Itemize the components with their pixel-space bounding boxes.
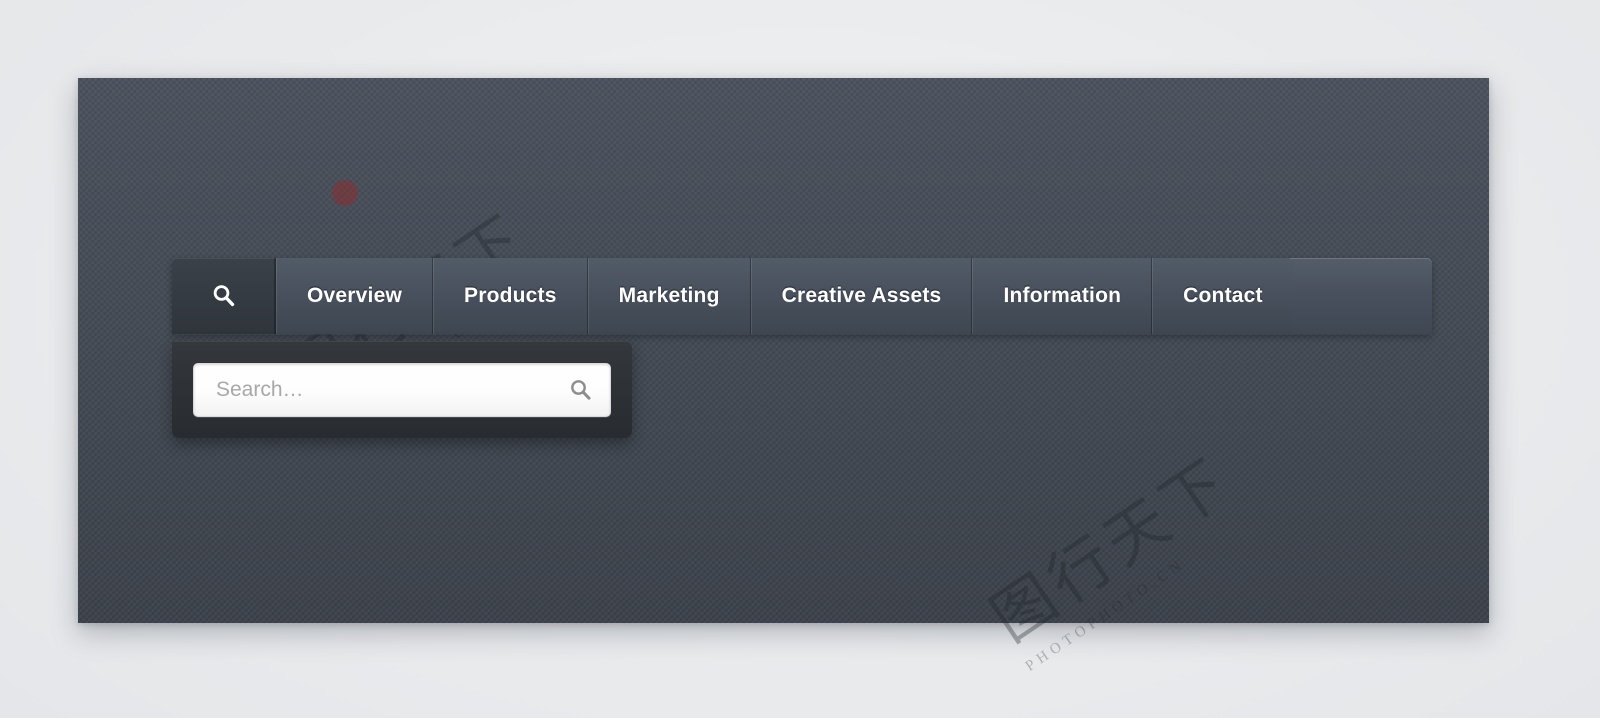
page-root: 图行天下 PHOTOPHOTO.CN 图行天下 PHOTOPHOTO.CN Ov…	[0, 0, 1600, 718]
content-panel: 图行天下 PHOTOPHOTO.CN 图行天下 PHOTOPHOTO.CN Ov…	[78, 78, 1489, 675]
nav-search-toggle[interactable]	[172, 258, 276, 334]
nav-item-label: Marketing	[618, 284, 720, 307]
nav-item-label: Creative Assets	[781, 284, 942, 307]
watermark-cjk-text: 图行天下	[980, 446, 1244, 655]
watermark-center: 图行天下 PHOTOPHOTO.CN	[970, 431, 1258, 675]
watermark-dot	[332, 180, 358, 206]
search-dropdown-panel	[172, 341, 632, 438]
nav-item-information[interactable]: Information	[972, 258, 1153, 334]
nav-item-creative-assets[interactable]: Creative Assets	[750, 258, 973, 334]
nav-item-label: Products	[464, 284, 557, 307]
nav-item-marketing[interactable]: Marketing	[587, 258, 751, 334]
nav-item-overview[interactable]: Overview	[276, 258, 433, 334]
nav-item-label: Contact	[1183, 284, 1263, 307]
watermark-latin-text: PHOTOPHOTO.CN	[1022, 555, 1189, 675]
nav-item-contact[interactable]: Contact	[1152, 258, 1293, 334]
nav-item-products[interactable]: Products	[433, 258, 588, 334]
search-icon[interactable]	[568, 377, 594, 403]
nav-item-label: Overview	[307, 284, 402, 307]
nav-item-label: Information	[1003, 284, 1122, 307]
search-field-wrapper	[193, 362, 611, 417]
search-input[interactable]	[194, 363, 610, 416]
main-navigation-bar: Overview Products Marketing Creative Ass…	[172, 258, 1432, 334]
search-icon	[213, 285, 234, 307]
